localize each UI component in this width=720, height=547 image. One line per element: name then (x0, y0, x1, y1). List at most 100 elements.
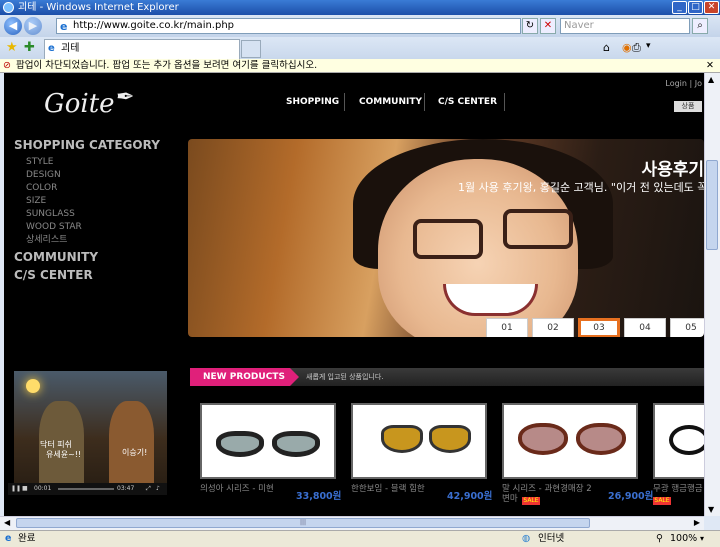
forward-button[interactable]: ▶ (24, 17, 42, 35)
status-bar: e 완료 ◍ 인터넷 ⚲ 100% ▾ (0, 530, 720, 547)
maximize-button[interactable]: □ (688, 1, 703, 14)
zoom-dropdown-icon[interactable]: ▾ (700, 531, 704, 547)
video-person-right (109, 401, 154, 484)
add-favorites-icon[interactable]: ✚ (24, 40, 35, 55)
home-icon[interactable]: ⌂ (603, 41, 610, 54)
popup-blocked-bar[interactable]: ⊘ 팝업이 차단되었습니다. 팝업 또는 추가 옵션을 보려면 여기를 클릭하십… (0, 59, 720, 73)
status-text: 완료 (18, 533, 36, 544)
back-button[interactable]: ◀ (4, 17, 22, 35)
site-logo[interactable]: Goite (44, 89, 115, 119)
banner-page-05[interactable]: 05 (670, 318, 704, 337)
ie-page-icon: e (60, 20, 68, 33)
minimize-button[interactable]: _ (672, 1, 687, 14)
nav-community[interactable]: COMMUNITY (359, 97, 422, 107)
print-dropdown-icon[interactable]: ▾ (646, 41, 651, 51)
print-icon[interactable]: ⎙ (632, 41, 641, 55)
close-button[interactable]: ✕ (704, 1, 719, 14)
feeds-icon[interactable]: ◉ (622, 41, 632, 54)
sale-badge: SALE (522, 497, 540, 505)
banner-subtitle: 1월 사용 후기왕, 홍길순 고객님. "이거 전 있는데도 꼭 (458, 181, 704, 194)
page-status-icon: e (5, 533, 12, 544)
stop-icon[interactable]: ✕ (540, 18, 556, 34)
fullscreen-icon[interactable]: ⤢ (146, 483, 151, 495)
review-banner[interactable]: 사용후기 1월 사용 후기왕, 홍길순 고객님. "이거 전 있는데도 꼭 01… (188, 139, 704, 337)
popup-blocked-icon: ⊘ (3, 60, 11, 71)
search-input[interactable]: Naver (560, 18, 690, 34)
category-item-style[interactable]: STYLE (14, 156, 160, 169)
new-products-bar: NEW PRODUCTS 새롭게 입고된 상품입니다. (190, 368, 704, 386)
zoom-level[interactable]: 100% (670, 531, 697, 547)
video-lamp (26, 379, 40, 393)
sunglass-lens (216, 431, 264, 457)
product-image[interactable] (200, 403, 336, 479)
nav-divider (504, 93, 505, 111)
category-item-wood-star[interactable]: WOOD STAR (14, 221, 160, 234)
address-text: http://www.goite.co.kr/main.php (73, 20, 235, 31)
refresh-icon[interactable]: ↻ (522, 18, 538, 34)
address-bar[interactable]: e http://www.goite.co.kr/main.php (56, 18, 521, 34)
new-products-label[interactable]: NEW PRODUCTS (190, 368, 299, 386)
horizontal-scroll-thumb[interactable]: ||| (16, 518, 590, 528)
stop-icon[interactable]: ■ (22, 483, 28, 495)
volume-icon[interactable]: ♪ (156, 483, 160, 495)
sale-badge: SALE (653, 497, 671, 505)
menu-community[interactable]: COMMUNITY (14, 249, 160, 265)
tab-ie-icon: e (48, 43, 55, 54)
product-image[interactable] (653, 403, 704, 479)
video-player[interactable]: 닥터 피쉬 유세윤~!! 이승기! (14, 371, 167, 484)
tab-bar: ★ ✚ e 괴테 ⌂ ◉ ⎙ ▾ (0, 37, 720, 59)
sunglass-lens (381, 425, 423, 453)
sunglass-lens (272, 431, 320, 457)
banner-page-03[interactable]: 03 (578, 318, 620, 337)
internet-zone-icon: ◍ (522, 533, 531, 544)
category-item-detail-list[interactable]: 상세리스트 (14, 234, 160, 247)
popup-blocked-text: 팝업이 차단되었습니다. 팝업 또는 추가 옵션을 보려면 여기를 클릭하십시오… (16, 60, 318, 71)
banner-glasses-right (503, 209, 573, 249)
product-search-button[interactable]: 상품 (674, 101, 702, 112)
favorites-star-icon[interactable]: ★ (6, 40, 18, 55)
scroll-right-icon[interactable]: ▶ (694, 518, 700, 527)
banner-page-04[interactable]: 04 (624, 318, 666, 337)
scroll-up-icon[interactable]: ▲ (708, 75, 714, 84)
vertical-scroll-thumb[interactable] (706, 160, 718, 250)
category-item-size[interactable]: SIZE (14, 195, 160, 208)
banner-page-01[interactable]: 01 (486, 318, 528, 337)
feather-icon: ✒ (116, 85, 135, 110)
category-heading[interactable]: SHOPPING CATEGORY (14, 138, 160, 152)
nav-shopping[interactable]: SHOPPING (286, 97, 339, 107)
nav-divider (424, 93, 425, 111)
product-image[interactable] (351, 403, 487, 479)
product-image[interactable] (502, 403, 638, 479)
security-zone[interactable]: 인터넷 (538, 531, 564, 547)
video-time-total: 03:47 (117, 485, 135, 492)
nav-cs-center[interactable]: C/S CENTER (438, 97, 497, 107)
product-price: 42,900원 (447, 491, 493, 502)
navigation-bar: ◀ ▶ e http://www.goite.co.kr/main.php ↻ … (0, 15, 720, 37)
category-item-sunglass[interactable]: SUNGLASS (14, 208, 160, 221)
sunglass-lens (429, 425, 471, 453)
login-link[interactable]: Login | Jo (665, 79, 702, 88)
scroll-left-icon[interactable]: ◀ (4, 518, 10, 527)
search-icon[interactable]: ⌕ (692, 18, 708, 34)
category-item-color[interactable]: COLOR (14, 182, 160, 195)
banner-page-02[interactable]: 02 (532, 318, 574, 337)
pause-icon[interactable]: ❚❚ (11, 483, 21, 495)
product-name[interactable]: 무광 행금행금 (653, 484, 704, 494)
tab-current[interactable]: e 괴테 (44, 39, 240, 59)
category-item-design[interactable]: DESIGN (14, 169, 160, 182)
new-tab-button[interactable] (241, 40, 261, 58)
sunglass-lens (576, 423, 626, 455)
vertical-scrollbar[interactable]: ▲ ▼ (704, 73, 720, 516)
web-page: Goite ✒ SHOPPING COMMUNITY C/S CENTER Lo… (4, 73, 704, 516)
menu-cs-center[interactable]: C/S CENTER (14, 267, 160, 283)
product-name[interactable]: 말 시리즈 - 과현경매장 2 변마 (502, 484, 594, 504)
nav-divider (344, 93, 345, 111)
scroll-down-icon[interactable]: ▼ (708, 505, 714, 514)
popup-close-icon[interactable]: ✕ (706, 59, 714, 72)
video-seek-bar[interactable] (58, 488, 114, 490)
window-title-bar: 괴테 - Windows Internet Explorer _ □ ✕ (0, 0, 720, 15)
product-name[interactable]: 한한보임 - 블랙 힘한 (351, 484, 443, 494)
category-menu: SHOPPING CATEGORY STYLE DESIGN COLOR SIZ… (14, 138, 160, 283)
sunglass-lens (518, 423, 568, 455)
product-name[interactable]: 의성아 시리즈 - 미현 (200, 484, 292, 494)
